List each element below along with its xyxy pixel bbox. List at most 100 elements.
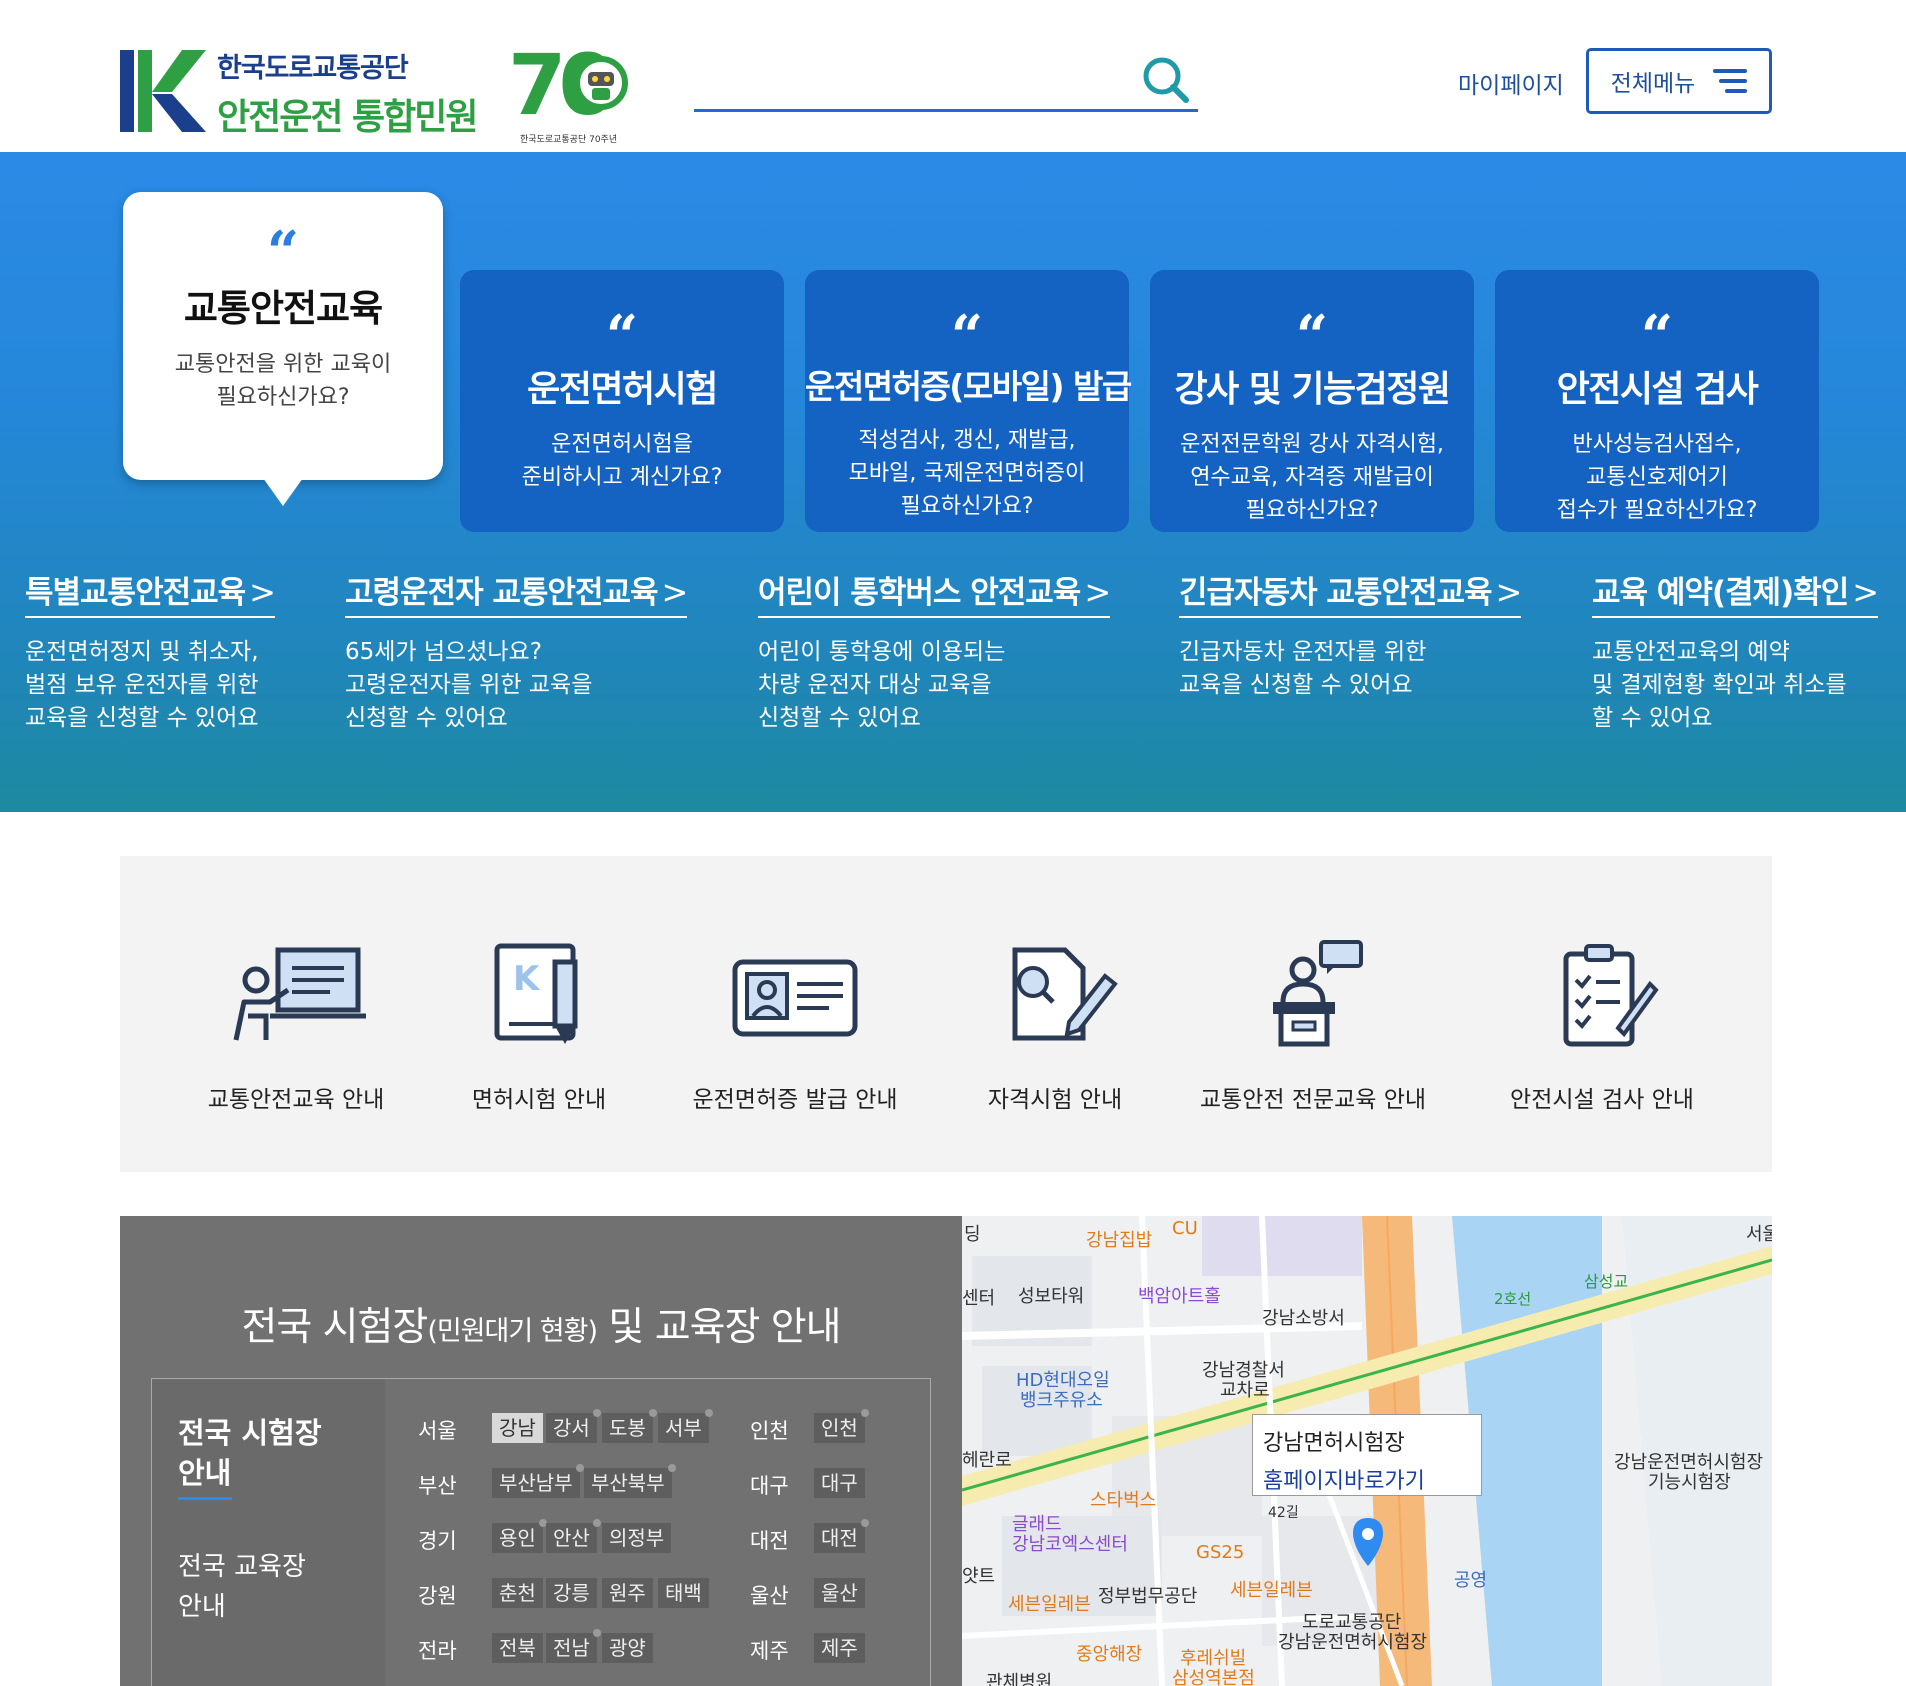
quick-link-label: 면허시험 안내 (471, 1087, 607, 1113)
site-chip-gangneung[interactable]: 강릉 (546, 1578, 597, 1608)
map-label: 교차로 (1220, 1380, 1270, 1401)
card-title: 운전면허시험 (527, 369, 718, 410)
map-label: 세븐일레븐 (1008, 1594, 1091, 1615)
region-jeju: 제주 (750, 1639, 789, 1663)
active-tab-underline (178, 1497, 232, 1500)
map-label: CU (1172, 1218, 1198, 1239)
school-bus-education-link[interactable]: 어린이 통학버스 안전교육 > 어린이 통학용에 이용되는 차량 운전자 대상 교… (758, 567, 1111, 735)
tab-test-centers[interactable]: 전국 시험장 안내 (178, 1413, 322, 1500)
map-label: 삼성교 (1584, 1272, 1629, 1291)
quick-link-license-issue[interactable]: 운전면허증 발급 안내 (680, 940, 910, 1114)
site-chip-ansan[interactable]: 안산 (546, 1519, 601, 1553)
all-menu-button[interactable]: 전체메뉴 (1586, 48, 1772, 114)
map-label: 삼성역본점 (1172, 1668, 1255, 1686)
quick-link-label: 교통안전 전문교육 안내 (1199, 1087, 1427, 1113)
card-title: 교통안전교육 (183, 287, 383, 330)
map-label: 기능시험장 (1648, 1472, 1731, 1493)
site-chip-daegu[interactable]: 대구 (814, 1468, 865, 1498)
site-chip-uijeongbu[interactable]: 의정부 (602, 1523, 672, 1553)
map-label: 세븐일레븐 (1230, 1580, 1313, 1601)
map-label: 성보타워 (1018, 1286, 1085, 1307)
site-chip-ulsan[interactable]: 울산 (814, 1578, 865, 1608)
site-chip-dobong[interactable]: 도봉 (602, 1409, 657, 1443)
logo-service-name: 안전운전 통합민원 (217, 97, 478, 138)
map-label: 정부법무공단 (1098, 1586, 1198, 1607)
anniversary-logo: 70 한국도로교통공단 70주년 (508, 36, 633, 146)
quick-link-license-exam[interactable]: K 면허시험 안내 (454, 940, 624, 1114)
site-chip-jeju[interactable]: 제주 (814, 1633, 865, 1663)
map-label: 얏트 (962, 1566, 996, 1587)
safety-facility-card[interactable]: “ 안전시설 검사 반사성능검사접수, 교통신호제어기 접수가 필요하신가요? (1495, 270, 1819, 532)
edu-link-title: 긴급자동차 교통안전교육 > (1179, 567, 1522, 618)
chevron-right-icon: > (1084, 573, 1111, 611)
quick-link-qualification-exam[interactable]: 자격시험 안내 (970, 940, 1140, 1114)
region-gangwon: 강원 (418, 1584, 457, 1608)
location-map[interactable]: 딩 강남집밥 CU 서울 센터 성보타워 백암아트홀 강남소방서 2호선 삼성교… (962, 1216, 1772, 1686)
quote-icon: “ (605, 303, 639, 369)
quote-icon: “ (1295, 303, 1329, 369)
site-chip-daejeon[interactable]: 대전 (814, 1519, 869, 1553)
site-chip-chuncheon[interactable]: 춘천 (492, 1578, 543, 1608)
quick-link-facility-inspection[interactable]: 안전시설 검사 안내 (1502, 940, 1702, 1114)
site-chip-busan-south[interactable]: 부산남부 (492, 1464, 584, 1498)
elderly-education-link[interactable]: 고령운전자 교통안전교육 > 65세가 넘으셨나요? 고령운전자를 위한 교육을 … (345, 567, 689, 735)
search-icon[interactable] (1138, 52, 1192, 106)
mypage-link[interactable]: 마이페이지 (1458, 66, 1564, 100)
quick-link-professional-education[interactable]: 교통안전 전문교육 안내 (1188, 940, 1438, 1114)
site-chip-jeonbuk[interactable]: 전북 (492, 1633, 543, 1663)
quote-icon: “ (266, 219, 300, 285)
site-chip-busan-north[interactable]: 부산북부 (584, 1464, 676, 1498)
site-chip-taebaek[interactable]: 태백 (658, 1578, 709, 1608)
region-ulsan: 울산 (750, 1584, 789, 1608)
emergency-vehicle-education-link[interactable]: 긴급자동차 교통안전교육 > 긴급자동차 운전자를 위한 교육을 신청할 수 있어… (1179, 567, 1522, 702)
quick-link-label: 운전면허증 발급 안내 (692, 1087, 898, 1113)
id-card-icon (732, 959, 858, 1037)
card-desc: 적성검사, 갱신, 재발급, 모바일, 국제운전면허증이 필요하신가요? (848, 428, 1086, 519)
map-label: 딩 (964, 1224, 981, 1245)
search-input[interactable] (694, 62, 1134, 102)
logo-org-name: 한국도로교통공단 (217, 53, 409, 84)
card-desc: 운전전문학원 강사 자격시험, 연수교육, 자격증 재발급이 필요하신가요? (1180, 432, 1444, 523)
map-popup-title: 강남면허시험장 (1263, 1431, 1405, 1456)
site-chip-gangseo[interactable]: 강서 (546, 1409, 601, 1443)
map-popup-homepage-link[interactable]: 홈페이지바로가기 (1263, 1463, 1471, 1495)
license-exam-card[interactable]: “ 운전면허시험 운전면허시험을 준비하시고 계신가요? (460, 270, 784, 532)
map-label: 강남집밥 (1086, 1230, 1153, 1251)
site-chip-gwangyang[interactable]: 광양 (602, 1633, 653, 1663)
site-chip-gangnam[interactable]: 강남 (492, 1413, 543, 1443)
site-logo[interactable]: 한국도로교통공단 안전운전 통합민원 70 한국도로교통공단 70주년 (120, 36, 640, 146)
region-daegu: 대구 (750, 1474, 789, 1498)
all-menu-label: 전체메뉴 (1610, 71, 1696, 97)
quote-icon: “ (1640, 303, 1674, 369)
quote-icon: “ (950, 303, 984, 369)
card-title: 안전시설 검사 (1556, 369, 1759, 410)
instructor-examiner-card[interactable]: “ 강사 및 기능검정원 운전전문학원 강사 자격시험, 연수교육, 자격증 재… (1150, 270, 1474, 532)
map-label: 강남운전면허시험장 (1278, 1632, 1428, 1653)
traffic-safety-education-card[interactable]: “ 교통안전교육 교통안전을 위한 교육이 필요하신가요? (123, 192, 443, 506)
edu-link-desc: 교통안전교육의 예약 및 결제현황 확인과 취소를 할 수 있어요 (1592, 639, 1847, 731)
edu-link-desc: 운전면허정지 및 취소자, 벌점 보유 운전자를 위한 교육을 신청할 수 있어… (25, 639, 259, 731)
quick-link-label: 자격시험 안내 (987, 1087, 1123, 1113)
license-issue-card[interactable]: “ 운전면허증(모바일) 발급 적성검사, 갱신, 재발급, 모바일, 국제운전… (805, 270, 1132, 532)
map-label: 헤란로 (962, 1450, 1012, 1471)
edu-link-desc: 어린이 통학용에 이용되는 차량 운전자 대상 교육을 신청할 수 있어요 (758, 639, 1006, 731)
site-chip-yongin[interactable]: 용인 (492, 1519, 547, 1553)
tab-education-centers[interactable]: 전국 교육장 안내 (178, 1547, 306, 1627)
site-chip-wonju[interactable]: 원주 (602, 1578, 653, 1608)
quick-link-traffic-education[interactable]: 교통안전교육 안내 (196, 940, 396, 1114)
site-chip-seobu[interactable]: 서부 (658, 1409, 713, 1443)
special-education-link[interactable]: 특별교통안전교육 > 운전면허정지 및 취소자, 벌점 보유 운전자를 위한 교육… (25, 567, 276, 735)
chevron-right-icon: > (661, 573, 689, 611)
map-label: 뱅크주유소 (1020, 1390, 1103, 1411)
region-jeolla: 전라 (418, 1639, 457, 1663)
education-reservation-link[interactable]: 교육 예약(결제)확인 > 교통안전교육의 예약 및 결제현황 확인과 취소를 할… (1592, 567, 1879, 735)
edu-link-title: 고령운전자 교통안전교육 > (345, 567, 689, 618)
map-info-popup: 강남면허시험장 홈페이지바로가기 (1252, 1414, 1482, 1496)
svg-text:K: K (513, 959, 541, 999)
map-label: 관체병원 (986, 1672, 1053, 1686)
site-chip-incheon[interactable]: 인천 (814, 1409, 869, 1443)
region-incheon: 인천 (750, 1419, 789, 1443)
map-label: 2호선 (1494, 1290, 1532, 1308)
site-chip-jeonnam[interactable]: 전남 (546, 1629, 601, 1663)
edu-link-title: 특별교통안전교육 > (25, 567, 276, 618)
